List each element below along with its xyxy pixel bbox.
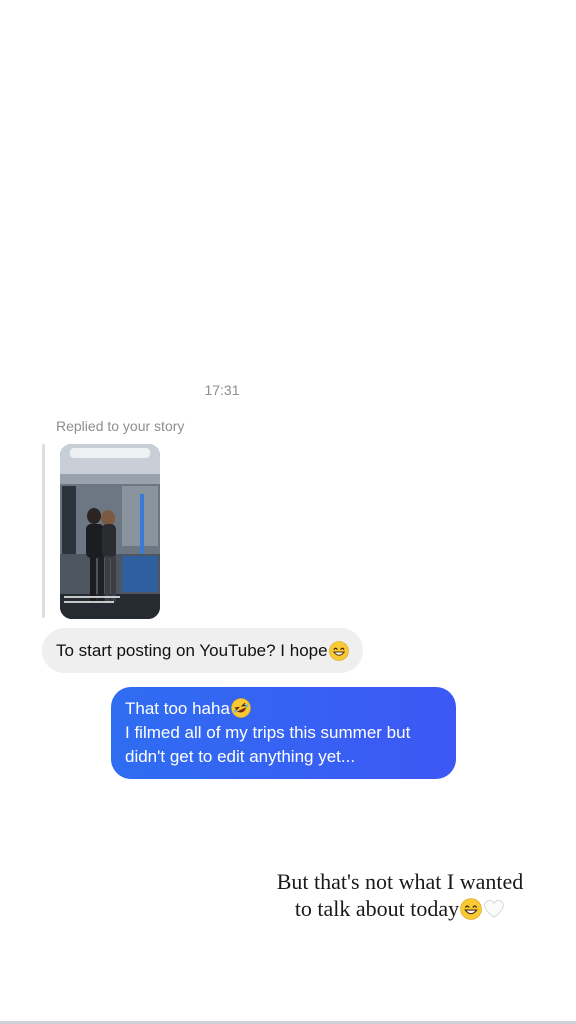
message-timestamp: 17:31	[204, 382, 240, 398]
story-caption-line-1: But that's not what I wanted	[276, 869, 524, 894]
replied-to-story-label: Replied to your story	[56, 418, 185, 434]
outgoing-message-line-1: That too haha	[125, 697, 442, 721]
rolling-laughing-icon	[231, 698, 251, 718]
story-thumbnail[interactable]	[60, 444, 160, 619]
grinning-face-icon	[328, 640, 349, 661]
story-text-overlay: But that's not what I wanted to talk abo…	[0, 868, 576, 922]
story-thumbnail-image	[60, 444, 160, 619]
outgoing-message-bubble[interactable]: That too haha I filmed all of my trips t…	[111, 687, 456, 779]
outgoing-message-line-3: didn't get to edit anything yet...	[125, 747, 356, 766]
outgoing-message-line-2: I filmed all of my trips this summer but	[125, 723, 411, 742]
story-caption-line-2-wrap: to talk about today	[0, 895, 576, 922]
incoming-message-text: To start posting on YouTube? I hope	[56, 640, 328, 660]
incoming-message-bubble[interactable]: To start posting on YouTube? I hope	[42, 628, 363, 673]
reply-indicator-bar	[42, 444, 45, 618]
grinning-face-icon	[460, 898, 482, 920]
story-caption-line-2: to talk about today	[294, 896, 460, 921]
white-heart-icon	[484, 899, 504, 918]
